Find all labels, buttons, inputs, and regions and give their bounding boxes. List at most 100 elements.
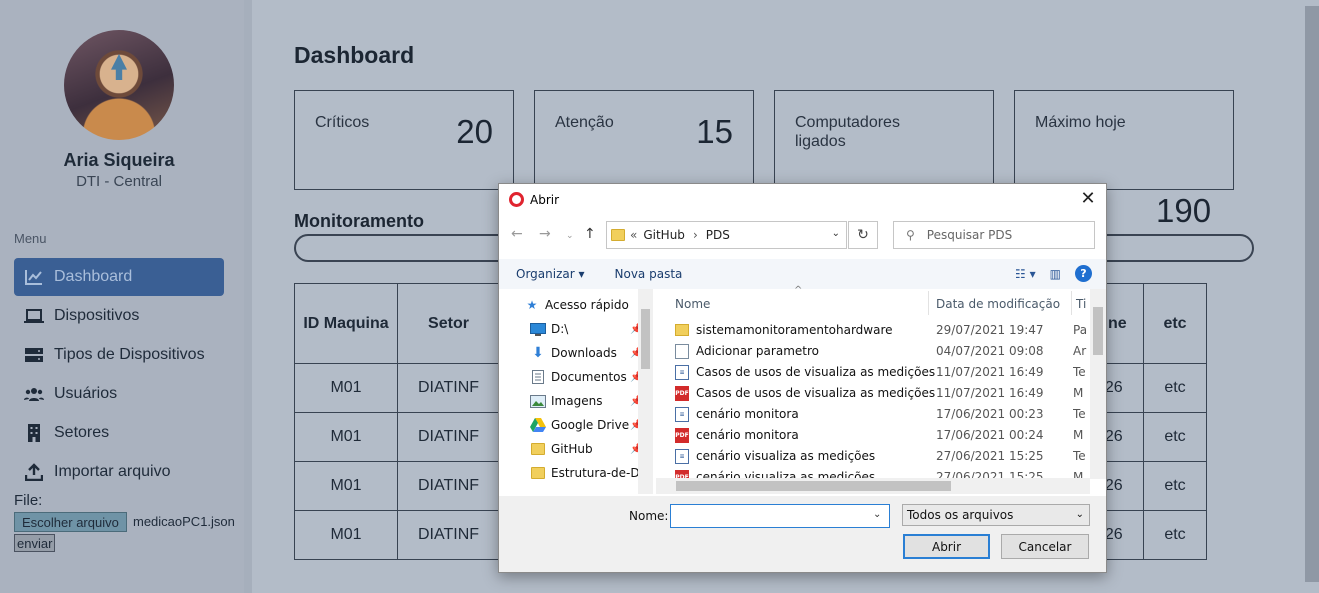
- pdf-icon: PDF: [675, 427, 689, 443]
- up-arrow-icon[interactable]: ↑: [584, 226, 596, 242]
- file-date: 04/07/2021 09:08: [936, 344, 1044, 358]
- file-row[interactable]: sistemamonitoramentohardware: [675, 320, 893, 340]
- file-type: Te: [1073, 365, 1086, 379]
- scroll-thumb[interactable]: [1093, 307, 1103, 355]
- file-name: cenário monitora: [696, 428, 799, 442]
- help-icon[interactable]: ?: [1075, 265, 1092, 282]
- back-arrow-icon[interactable]: ←: [511, 226, 523, 242]
- card-value-maximo: 190: [1156, 192, 1212, 229]
- organize-button[interactable]: Organizar ▾: [516, 267, 585, 281]
- card-criticos: Críticos 20: [294, 90, 514, 190]
- file-name: Adicionar parametro: [696, 344, 819, 358]
- chevron-down-icon[interactable]: ⌄: [873, 509, 881, 520]
- file-row[interactable]: ≡ Casos de usos de visualiza as medições: [675, 362, 935, 382]
- recent-dropdown-icon[interactable]: ⌄: [566, 231, 574, 241]
- address-bar[interactable]: « GitHub › PDS ⌄: [606, 221, 847, 249]
- nav-item-estrutura-de-dados[interactable]: Estrutura-de-Dad: [530, 463, 653, 483]
- folder-icon: [675, 324, 689, 336]
- cancel-button[interactable]: Cancelar: [1001, 534, 1089, 559]
- avatar: [64, 30, 174, 140]
- scroll-thumb[interactable]: [676, 481, 951, 491]
- preview-pane-icon[interactable]: ▥: [1050, 267, 1061, 281]
- new-folder-button[interactable]: Nova pasta: [615, 267, 683, 281]
- file-row[interactable]: Adicionar parametro: [675, 341, 819, 361]
- scroll-thumb[interactable]: [641, 309, 650, 369]
- view-options-icon[interactable]: ☷ ▾: [1015, 267, 1036, 281]
- file-name-input[interactable]: [670, 504, 890, 528]
- sidebar-item-dispositivos[interactable]: Dispositivos: [14, 297, 224, 335]
- table-cell: M01: [294, 363, 398, 413]
- column-modified[interactable]: Data de modificação: [936, 297, 1060, 311]
- file-row[interactable]: PDF cenário visualiza as medições: [675, 467, 875, 478]
- profile-role: DTI - Central: [76, 173, 162, 190]
- table-cell: etc: [1143, 510, 1207, 560]
- file-list-horizontal-scrollbar[interactable]: [656, 478, 1090, 494]
- file-row[interactable]: PDF cenário monitora: [675, 425, 799, 445]
- breadcrumb-pds[interactable]: PDS: [706, 228, 730, 242]
- sidebar-item-usuarios[interactable]: Usuários: [14, 375, 224, 413]
- sidebar-item-setores[interactable]: Setores: [14, 414, 224, 452]
- column-header: Setor: [397, 283, 500, 364]
- sidebar-item-label: Tipos de Dispositivos: [54, 346, 205, 363]
- text-file-icon: ≡: [675, 406, 689, 422]
- breadcrumb-github[interactable]: GitHub: [643, 228, 685, 242]
- chevron-down-icon[interactable]: ⌄: [832, 228, 840, 239]
- column-divider[interactable]: [1071, 291, 1072, 315]
- sidebar-item-label: Setores: [54, 424, 110, 441]
- dialog-footer: Nome: ⌄ Todos os arquivos ⌄ Abrir Cancel…: [499, 496, 1106, 572]
- table-cell: etc: [1143, 363, 1207, 413]
- nav-item-documentos[interactable]: Documentos 📌: [530, 367, 642, 387]
- table-cell: DIATINF: [397, 510, 500, 560]
- refresh-icon[interactable]: ↻: [848, 221, 878, 249]
- file-type: Te: [1073, 449, 1086, 463]
- file-date: 11/07/2021 16:49: [936, 386, 1044, 400]
- chart-line-icon: [24, 267, 44, 287]
- file-row[interactable]: ≡ cenário visualiza as medições: [675, 446, 875, 466]
- nav-item-google-drive[interactable]: Google Drive 📌: [530, 415, 642, 435]
- file-list-header: ^ Nome Data de modificação Ti: [656, 285, 1088, 315]
- nav-item-imagens[interactable]: Imagens 📌: [530, 391, 642, 411]
- column-divider[interactable]: [928, 291, 929, 315]
- send-button[interactable]: enviar: [14, 534, 56, 552]
- opera-icon: [509, 192, 524, 207]
- open-button[interactable]: Abrir: [903, 534, 990, 559]
- folder-icon: [530, 442, 546, 456]
- card-value: 20: [456, 113, 493, 150]
- card-maximo-hoje: Máximo hoje: [1014, 90, 1234, 190]
- dialog-toolbar: Organizar ▾ Nova pasta ☷ ▾ ▥ ?: [499, 259, 1106, 289]
- sidebar-item-tipos-dispositivos[interactable]: Tipos de Dispositivos: [14, 336, 224, 374]
- close-icon[interactable]: ✕: [1078, 188, 1098, 209]
- laptop-icon: [24, 306, 44, 326]
- sidebar-item-dashboard[interactable]: Dashboard: [14, 258, 224, 296]
- file-list-vertical-scrollbar[interactable]: [1090, 289, 1106, 479]
- sort-ascending-icon: ^: [794, 285, 803, 296]
- file-row[interactable]: PDF Casos de usos de visualiza as mediçõ…: [675, 383, 935, 403]
- nav-item-label: Documentos: [551, 370, 627, 384]
- card-computadores-ligados: Computadores ligados: [774, 90, 994, 190]
- choose-file-button[interactable]: Escolher arquivo: [14, 512, 127, 532]
- star-icon: ★: [526, 298, 538, 312]
- navigation-pane: ★ Acesso rápido D:\ 📌 ⬇ Downloads 📌 Docu…: [506, 289, 653, 494]
- file-label: File:: [14, 492, 43, 509]
- search-input[interactable]: ⚲ Pesquisar PDS: [893, 221, 1095, 249]
- file-name-label: Nome:: [629, 509, 669, 523]
- nav-item-acesso-rapido[interactable]: ★ Acesso rápido: [524, 295, 629, 315]
- forward-arrow-icon[interactable]: →: [539, 226, 551, 242]
- nav-item-downloads[interactable]: ⬇ Downloads 📌: [530, 343, 642, 363]
- navigation-scrollbar[interactable]: [638, 289, 653, 494]
- column-type[interactable]: Ti: [1076, 297, 1086, 311]
- file-type-select[interactable]: Todos os arquivos ⌄: [902, 504, 1090, 526]
- file-row[interactable]: ≡ cenário monitora: [675, 404, 799, 424]
- file-date: 17/06/2021 00:24: [936, 428, 1044, 442]
- nav-item-drive-d[interactable]: D:\ 📌: [530, 319, 642, 339]
- file-type: Ar: [1073, 344, 1087, 358]
- breadcrumb-separator-icon: ›: [692, 228, 698, 242]
- nav-item-label: D:\: [551, 322, 569, 336]
- file-name: cenário visualiza as medições: [696, 449, 876, 463]
- nav-item-github[interactable]: GitHub 📌: [530, 439, 642, 459]
- text-file-icon: ≡: [675, 448, 689, 464]
- sidebar-item-importar[interactable]: Importar arquivo: [14, 453, 224, 491]
- page-scrollbar[interactable]: [1305, 6, 1319, 582]
- avatar-arrow-tattoo: [111, 54, 127, 80]
- column-name[interactable]: Nome: [675, 297, 710, 311]
